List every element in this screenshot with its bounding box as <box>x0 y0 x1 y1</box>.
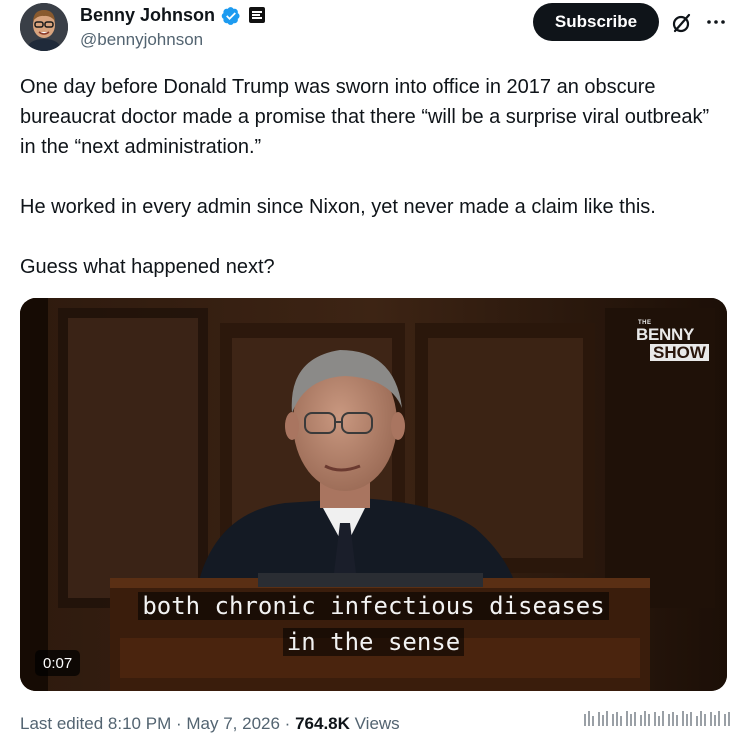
post-date[interactable]: May 7, 2026 <box>186 714 280 733</box>
avatar[interactable] <box>20 3 68 51</box>
edited-label[interactable]: Last edited <box>20 714 103 733</box>
more-options-icon[interactable] <box>704 10 728 34</box>
tweet-card: Benny Johnson @bennyjohnson Subscribe On… <box>0 0 749 745</box>
show-logo: THE BENNY SHOW <box>636 320 709 361</box>
tweet-text: One day before Donald Trump was sworn in… <box>20 72 730 282</box>
tweet-paragraph: He worked in every admin since Nixon, ye… <box>20 196 656 218</box>
verified-badge-icon <box>221 7 240 25</box>
author-name[interactable]: Benny Johnson <box>80 5 215 26</box>
views-count: 764.8K <box>295 714 350 733</box>
affiliate-badge-icon[interactable] <box>249 7 265 23</box>
watermark-graphic <box>584 711 730 726</box>
views-label: Views <box>354 714 400 733</box>
meta-separator: · <box>284 714 291 733</box>
meta-separator: · <box>175 714 182 733</box>
video-timestamp: 0:07 <box>35 650 81 676</box>
caption-line: both chronic infectious diseases <box>138 592 609 620</box>
logo-text-line2: SHOW <box>650 344 709 361</box>
video-caption: both chronic infectious diseases in the … <box>20 588 727 660</box>
post-time[interactable]: 8:10 PM <box>108 714 171 733</box>
logo-text-line1: BENNY <box>636 325 695 344</box>
tweet-paragraph: One day before Donald Trump was sworn in… <box>20 76 710 158</box>
video-player[interactable]: THE BENNY SHOW both chronic infectious d… <box>20 298 727 691</box>
caption-line: in the sense <box>282 628 465 656</box>
tweet-paragraph: Guess what happened next? <box>20 256 275 278</box>
subscribe-button[interactable]: Subscribe <box>533 3 659 41</box>
grok-icon[interactable] <box>670 11 694 35</box>
tweet-meta: Last edited 8:10 PM · May 7, 2026 · 764.… <box>20 714 400 734</box>
author-handle[interactable]: @bennyjohnson <box>80 30 203 50</box>
